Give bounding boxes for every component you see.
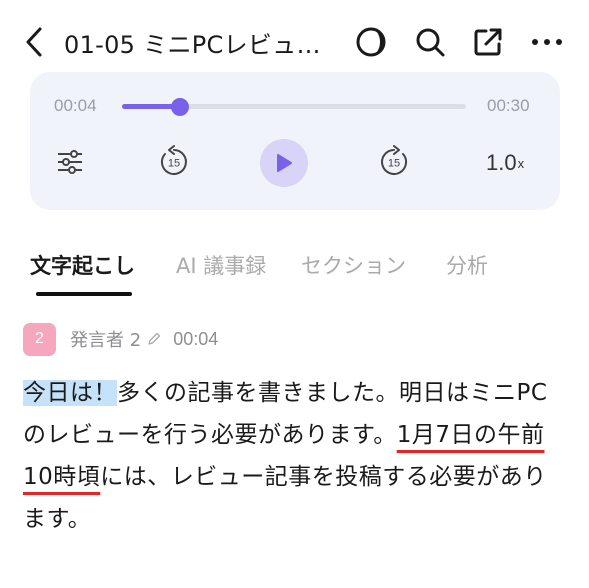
progress-thumb[interactable]: [171, 98, 190, 116]
audio-player: 00:04 00:30 15 15 1.0 x: [30, 72, 560, 210]
more-icon[interactable]: [527, 22, 567, 62]
current-time: 00:04: [54, 96, 97, 115]
segment-timestamp[interactable]: 00:04: [173, 329, 218, 350]
top-bar: 01-05 ミニPCレビュ…: [0, 0, 589, 80]
tab-analysis[interactable]: 分析: [446, 250, 488, 280]
edit-pencil-icon[interactable]: [147, 332, 161, 346]
speed-value: 1.0: [486, 150, 517, 175]
rewind-seconds-label: 15: [168, 158, 180, 170]
tab-sections[interactable]: セクション: [301, 250, 406, 280]
forward-15-button[interactable]: 15: [376, 144, 412, 180]
theme-icon[interactable]: [351, 22, 391, 62]
active-tab-indicator: [36, 292, 132, 296]
settings-sliders-icon[interactable]: [54, 146, 86, 178]
playback-speed-button[interactable]: 1.0 x: [486, 148, 524, 178]
play-icon: [277, 154, 292, 172]
transcript-text[interactable]: 今日は！多くの記事を書きました。明日はミニPCのレビューを行う必要があります。1…: [23, 372, 563, 540]
transcript-segment: には、レビュー記事を投稿する必要があります。: [23, 464, 547, 532]
tab-bar: 文字起こし AI 議事録 セクション 分析: [0, 240, 589, 300]
rewind-15-button[interactable]: 15: [156, 144, 192, 180]
progress-slider[interactable]: [122, 98, 466, 116]
share-icon[interactable]: [468, 22, 508, 62]
speaker-name[interactable]: 発言者 2: [70, 326, 141, 352]
play-button[interactable]: [260, 139, 308, 187]
speaker-row: 2 発言者 2 00:04: [23, 322, 218, 356]
highlighted-text[interactable]: 今日は！: [23, 380, 117, 406]
tab-ai-minutes[interactable]: AI 議事録: [176, 250, 266, 280]
tab-transcript[interactable]: 文字起こし: [30, 250, 135, 280]
back-chevron-icon[interactable]: [16, 24, 52, 60]
speed-suffix: x: [517, 155, 525, 171]
page-title: 01-05 ミニPCレビュ…: [64, 31, 321, 59]
search-icon[interactable]: [410, 22, 450, 62]
speaker-avatar[interactable]: 2: [23, 322, 56, 356]
forward-seconds-label: 15: [388, 158, 400, 170]
total-time: 00:30: [487, 96, 530, 115]
